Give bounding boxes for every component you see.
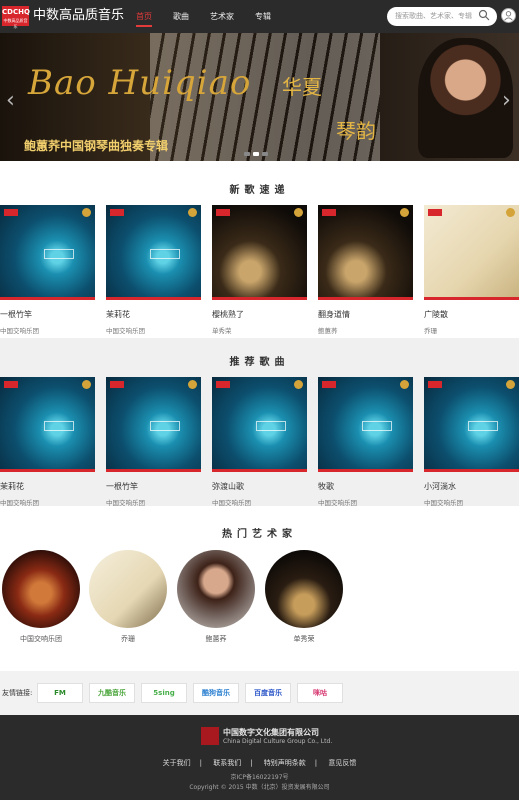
artist-avatar[interactable]	[89, 550, 167, 628]
song-title[interactable]: 牧歌	[318, 481, 413, 492]
carousel-dot[interactable]	[262, 152, 268, 156]
album-cover[interactable]	[106, 205, 201, 300]
nav-home[interactable]: 首页	[136, 0, 152, 33]
nav-songs[interactable]: 歌曲	[173, 0, 189, 33]
artist-card[interactable]: 乔珊	[89, 550, 167, 644]
new-songs-title: 新歌速递	[229, 185, 290, 196]
search-icon[interactable]	[478, 9, 490, 21]
footer-link-about[interactable]: 关于我们	[163, 759, 191, 767]
link-migu[interactable]: 咪咕	[297, 683, 343, 703]
new-song-card[interactable]: 樱桃熟了 单秀荣	[212, 205, 307, 335]
song-title[interactable]: 一根竹竿	[106, 481, 201, 492]
album-cover[interactable]	[318, 205, 413, 300]
artist-card[interactable]: 中国交响乐团	[2, 550, 80, 644]
artist-name[interactable]: 鲍蕙荞	[177, 634, 255, 644]
song-title[interactable]: 茉莉花	[0, 481, 95, 492]
link-baidu[interactable]: 百度音乐	[245, 683, 291, 703]
album-cover[interactable]	[0, 205, 95, 300]
main-nav: 首页 歌曲 艺术家 专辑	[136, 0, 292, 33]
new-song-card[interactable]: 一根竹竿 中国交响乐团	[0, 205, 95, 335]
recommended-song-card[interactable]: 一根竹竿 中国交响乐团	[106, 377, 201, 507]
artist-name[interactable]: 中国交响乐团	[2, 634, 80, 644]
artist-avatar[interactable]	[177, 550, 255, 628]
link-9ku[interactable]: 九酷音乐	[89, 683, 135, 703]
new-song-card[interactable]: 广陵散 乔珊	[424, 205, 519, 335]
song-title[interactable]: 樱桃熟了	[212, 309, 307, 320]
recommended-song-card[interactable]: 牧歌 中国交响乐团	[318, 377, 413, 507]
song-artist[interactable]: 鲍蕙荞	[318, 325, 413, 335]
footer-link-contact[interactable]: 联系我们	[213, 759, 241, 767]
recommended-song-card[interactable]: 小河淌水 中国交响乐团	[424, 377, 519, 507]
banner-script-title: Bao Huiqiao	[28, 63, 252, 103]
album-cover[interactable]	[0, 377, 95, 472]
artist-name[interactable]: 单秀荣	[265, 634, 343, 644]
song-title[interactable]: 翻身道情	[318, 309, 413, 320]
album-cover[interactable]	[424, 205, 519, 300]
album-cover[interactable]	[318, 377, 413, 472]
song-artist[interactable]: 中国交响乐团	[424, 497, 519, 507]
artist-name[interactable]: 乔珊	[89, 634, 167, 644]
banner-subtitle: 鲍蕙荞中国钢琴曲独奏专辑	[24, 139, 169, 153]
user-icon[interactable]	[501, 8, 516, 23]
nav-artists[interactable]: 艺术家	[210, 0, 234, 33]
recommended-song-card[interactable]: 弥渡山歌 中国交响乐团	[212, 377, 307, 507]
song-artist[interactable]: 单秀荣	[212, 325, 307, 335]
carousel-dot[interactable]	[244, 152, 250, 156]
song-artist[interactable]: 乔珊	[424, 325, 519, 335]
song-title[interactable]: 广陵散	[424, 309, 519, 320]
album-cover[interactable]	[424, 377, 519, 472]
song-title[interactable]: 小河淌水	[424, 481, 519, 492]
site-footer: 中国数字文化集团有限公司 China Digital Culture Group…	[0, 715, 519, 800]
banner-cn-title-2: 琴韵	[336, 119, 376, 143]
new-song-card[interactable]: 茉莉花 中国交响乐团	[106, 205, 201, 335]
link-kugou[interactable]: 酷狗音乐	[193, 683, 239, 703]
footer-icp: 京ICP备16022197号	[230, 774, 289, 781]
album-cover[interactable]	[212, 377, 307, 472]
artist-avatar[interactable]	[2, 550, 80, 628]
footer-company-en: China Digital Culture Group Co., Ltd.	[223, 738, 333, 745]
site-logo[interactable]: CDCHQ 中数高品质音乐	[2, 6, 30, 29]
song-title[interactable]: 弥渡山歌	[212, 481, 307, 492]
song-title[interactable]: 一根竹竿	[0, 309, 95, 320]
artists-title: 热门艺术家	[222, 529, 297, 540]
album-cover[interactable]	[212, 205, 307, 300]
link-fm[interactable]: FM	[37, 683, 83, 703]
recommended-title: 推荐歌曲	[229, 357, 290, 368]
recommended-song-card[interactable]: 茉莉花 中国交响乐团	[0, 377, 95, 507]
album-cover[interactable]	[106, 377, 201, 472]
banner-cn-title-1: 华夏	[282, 75, 322, 99]
top-header: CDCHQ 中数高品质音乐 中数高品质音乐 首页 歌曲 艺术家 专辑 搜索歌曲、艺…	[0, 0, 519, 33]
song-artist[interactable]: 中国交响乐团	[106, 325, 201, 335]
footer-company-cn: 中国数字文化集团有限公司	[223, 728, 319, 737]
footer-link-statement[interactable]: 特别声明条款	[264, 759, 306, 767]
song-artist[interactable]: 中国交响乐团	[318, 497, 413, 507]
footer-link-feedback[interactable]: 意见反馈	[328, 759, 356, 767]
carousel-dots	[244, 152, 271, 156]
song-title[interactable]: 茉莉花	[106, 309, 201, 320]
song-artist[interactable]: 中国交响乐团	[212, 497, 307, 507]
carousel-next-icon[interactable]: ›	[502, 88, 511, 113]
hero-banner[interactable]: Bao Huiqiao 华夏 琴韵 鲍蕙荞中国钢琴曲独奏专辑 ‹ ›	[0, 33, 519, 161]
song-artist[interactable]: 中国交响乐团	[106, 497, 201, 507]
footer-copyright: Copyright © 2015 中数（北京）投资发展有限公司	[189, 784, 330, 791]
artist-card[interactable]: 单秀荣	[265, 550, 343, 644]
new-song-card[interactable]: 翻身道情 鲍蕙荞	[318, 205, 413, 335]
footer-nav: 关于我们 | 联系我们 | 特别声明条款 | 意见反馈	[162, 759, 357, 767]
brand-name: 中数高品质音乐	[33, 8, 125, 23]
artist-avatar[interactable]	[265, 550, 343, 628]
friend-links-label: 友情链接:	[2, 689, 33, 697]
nav-albums[interactable]: 专辑	[255, 0, 271, 33]
friend-links: 友情链接: FM 九酷音乐 5sing 酷狗音乐 百度音乐 咪咕	[0, 671, 519, 715]
footer-logo	[201, 727, 219, 745]
artist-portrait	[418, 38, 513, 158]
link-5sing[interactable]: 5sing	[141, 683, 187, 703]
song-artist[interactable]: 中国交响乐团	[0, 497, 95, 507]
artist-card[interactable]: 鲍蕙荞	[177, 550, 255, 644]
song-artist[interactable]: 中国交响乐团	[0, 325, 95, 335]
carousel-prev-icon[interactable]: ‹	[6, 88, 15, 113]
carousel-dot-active[interactable]	[253, 152, 259, 156]
